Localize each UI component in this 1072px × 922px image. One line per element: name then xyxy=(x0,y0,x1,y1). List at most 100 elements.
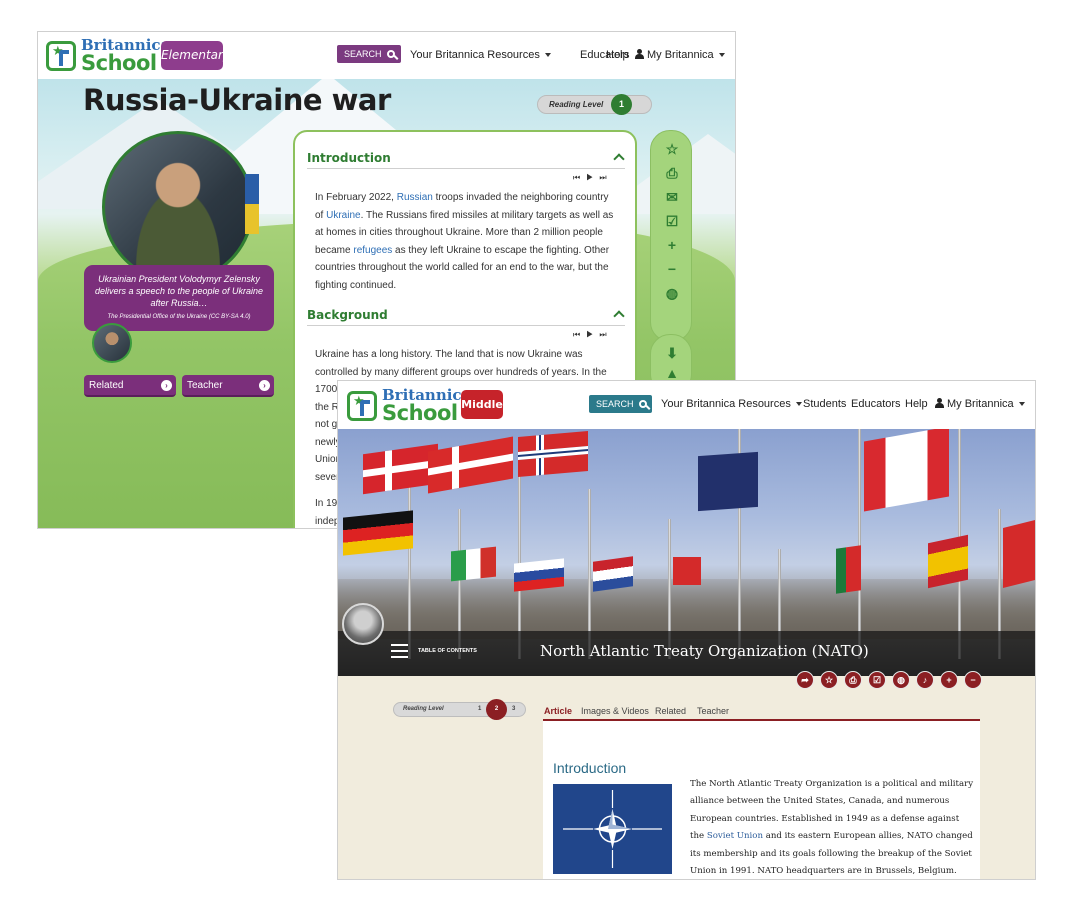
link-soviet-union[interactable]: Soviet Union xyxy=(707,831,763,841)
teacher-label: Teacher xyxy=(187,380,223,391)
search-icon xyxy=(638,400,647,408)
flag-germany xyxy=(343,510,413,556)
zoom-in-icon[interactable]: + xyxy=(664,237,680,253)
skip-forward-icon[interactable]: ⏭ xyxy=(599,173,612,182)
teacher-button[interactable]: Teacher › xyxy=(182,375,274,397)
tab-images-videos[interactable]: Images & Videos xyxy=(581,706,649,716)
flag-canada xyxy=(864,429,949,512)
flag-norway-small xyxy=(673,557,701,585)
list-icon[interactable] xyxy=(391,644,408,658)
tree-line xyxy=(338,579,1035,639)
zoom-out-icon[interactable]: − xyxy=(964,671,982,689)
checklist-icon[interactable]: ☑ xyxy=(664,213,680,229)
flag-in-photo xyxy=(245,174,259,234)
reading-level-3[interactable]: 3 xyxy=(512,703,515,716)
link-refugees[interactable]: refugees xyxy=(353,245,392,256)
page-title: Russia-Ukraine war xyxy=(83,83,391,117)
chevron-down-icon xyxy=(718,53,725,58)
nav-resources-dropdown[interactable]: Your Britannica Resources xyxy=(661,398,802,410)
globe-icon[interactable]: ◍ xyxy=(664,285,680,301)
caption-credit: The Presidential Office of the Ukraine (… xyxy=(107,314,251,320)
skip-forward-icon[interactable]: ⏭ xyxy=(599,330,612,339)
nav-resources-label: Your Britannica Resources xyxy=(661,398,791,410)
section-heading-background[interactable]: Background xyxy=(307,308,388,322)
zoom-in-icon[interactable]: + xyxy=(940,671,958,689)
search-button[interactable]: SEARCH xyxy=(337,45,401,63)
article-tools-rail: ☆ ⎙ ✉ ☑ + − ◍ xyxy=(650,130,692,342)
logo-mark-icon: ★ xyxy=(347,391,377,421)
user-icon xyxy=(935,398,944,408)
link-ukraine[interactable]: Ukraine xyxy=(326,210,360,221)
drive-icon[interactable]: ▲ xyxy=(664,365,680,381)
nav-help[interactable]: Help xyxy=(606,49,629,61)
britannica-school-logo[interactable]: ★ Britannica School xyxy=(347,388,471,424)
collapse-chevron-icon[interactable] xyxy=(613,310,625,322)
play-icon[interactable]: ▶ xyxy=(586,173,599,182)
reading-level-label: Reading Level xyxy=(403,706,444,712)
arrow-right-icon: › xyxy=(161,380,172,391)
search-button[interactable]: SEARCH xyxy=(589,395,652,413)
star-icon[interactable]: ☆ xyxy=(820,671,838,689)
nav-educators[interactable]: Educators xyxy=(851,398,901,410)
nav-account-label: My Britannica xyxy=(947,398,1014,410)
nav-my-britannica[interactable]: My Britannica xyxy=(635,49,725,61)
main-image[interactable] xyxy=(102,131,259,283)
flag-portugal xyxy=(836,545,861,594)
audio-controls: ⏮▶⏭ xyxy=(573,173,613,183)
play-icon[interactable]: ▶ xyxy=(586,330,599,339)
search-label: SEARCH xyxy=(344,49,382,59)
logo-product: School xyxy=(81,51,157,75)
middle-window: ★ Britannica School Middle SEARCH Your B… xyxy=(337,380,1036,880)
reading-level-control[interactable]: Reading Level 1 xyxy=(537,94,652,115)
author-avatar[interactable] xyxy=(342,603,384,645)
section-heading-introduction[interactable]: Introduction xyxy=(307,151,391,165)
reading-level-label: Reading Level xyxy=(549,100,604,109)
text-line: Ukraine has a long history. The land tha… xyxy=(315,349,583,360)
email-icon[interactable]: ✉ xyxy=(664,189,680,205)
chevron-down-icon xyxy=(1018,402,1025,407)
reading-level-1[interactable]: 1 xyxy=(611,94,632,115)
chevron-down-icon xyxy=(795,402,802,407)
user-icon xyxy=(635,49,644,59)
download-icon[interactable]: ⬇ xyxy=(664,345,680,361)
link-russian[interactable]: Russian xyxy=(397,192,433,203)
text-line: controlled by many different groups over… xyxy=(315,366,607,378)
skip-back-icon[interactable]: ⏮ xyxy=(573,330,586,339)
table-of-contents-button[interactable]: TABLE OF CONTENTS xyxy=(418,648,477,654)
tab-related[interactable]: Related xyxy=(655,706,686,716)
zoom-out-icon[interactable]: − xyxy=(664,261,680,277)
flag-red-right xyxy=(1003,520,1035,588)
middle-header: ★ Britannica School Middle SEARCH Your B… xyxy=(338,381,1035,429)
text-run: In February 2022, xyxy=(315,192,397,203)
tab-article[interactable]: Article xyxy=(544,706,572,716)
related-button[interactable]: Related › xyxy=(84,375,176,397)
nato-flag-image[interactable] xyxy=(553,784,672,874)
audio-controls: ⏮▶⏭ xyxy=(573,330,613,340)
globe-icon[interactable]: ◍ xyxy=(892,671,910,689)
nav-help[interactable]: Help xyxy=(905,398,928,410)
tab-teacher[interactable]: Teacher xyxy=(697,706,729,716)
image-thumbnail[interactable] xyxy=(92,323,132,363)
collapse-chevron-icon[interactable] xyxy=(613,153,625,165)
logo-mark-icon: ★ xyxy=(46,41,76,71)
nato-compass-icon xyxy=(563,790,662,868)
print-icon[interactable]: ⎙ xyxy=(844,671,862,689)
flag-netherlands xyxy=(593,556,633,592)
nav-students[interactable]: Students xyxy=(803,398,846,410)
britannica-school-logo[interactable]: ★ Britannica School xyxy=(46,38,170,74)
reading-level-2[interactable]: 2 xyxy=(486,699,507,720)
skip-back-icon[interactable]: ⏮ xyxy=(573,173,586,182)
nav-resources-dropdown[interactable]: Your Britannica Resources xyxy=(410,49,551,61)
share-icon[interactable]: ➦ xyxy=(796,671,814,689)
audio-icon[interactable]: ♪ xyxy=(916,671,934,689)
introduction-paragraph: The North Atlantic Treaty Organization i… xyxy=(690,776,975,879)
section-divider xyxy=(307,325,625,326)
print-icon[interactable]: ⎙ xyxy=(664,165,680,181)
flag-norway xyxy=(518,430,588,478)
image-caption: Ukrainian President Volodymyr Zelensky d… xyxy=(84,265,274,331)
reading-level-control[interactable]: Reading Level 1 2 3 xyxy=(393,699,526,720)
nav-my-britannica[interactable]: My Britannica xyxy=(935,398,1025,410)
reading-level-1[interactable]: 1 xyxy=(478,703,481,716)
star-icon[interactable]: ☆ xyxy=(664,141,680,157)
checklist-icon[interactable]: ☑ xyxy=(868,671,886,689)
